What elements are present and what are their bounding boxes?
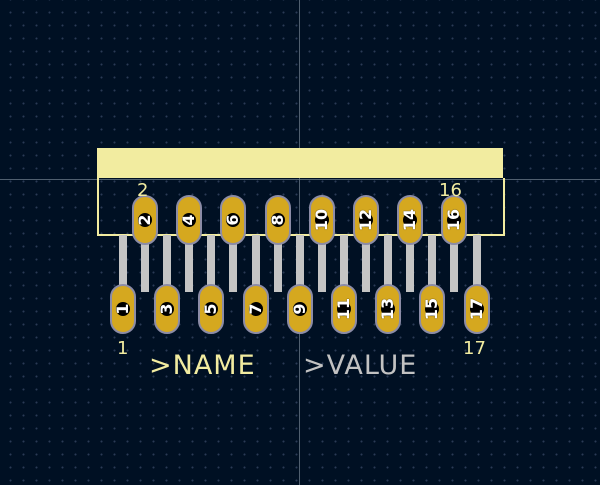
pad-number: 6 <box>223 214 243 226</box>
pad-5[interactable]: 5 <box>198 284 225 334</box>
pad-6[interactable]: 6 <box>220 195 247 245</box>
pad-3[interactable]: 3 <box>154 284 181 334</box>
pin-label-bottom-left: 1 <box>117 338 129 359</box>
reference-field[interactable]: >NAME <box>149 352 256 379</box>
pad-number: 15 <box>422 297 442 321</box>
pad-number: 7 <box>245 303 265 315</box>
pad-15[interactable]: 15 <box>419 284 446 334</box>
pad-17[interactable]: 17 <box>463 284 490 334</box>
pad-number: 1 <box>113 303 132 315</box>
pad-2[interactable]: 2 <box>132 195 158 245</box>
pad-number: 14 <box>400 208 420 232</box>
pad-number: 8 <box>267 214 287 226</box>
pad-number: 17 <box>466 297 486 321</box>
pad-number: 10 <box>311 208 331 232</box>
connector-body-silkscreen <box>97 148 503 178</box>
pin-label-top-left: 2 <box>137 180 149 201</box>
pin-label-top-right: 16 <box>439 180 462 201</box>
pad-1[interactable]: 1 <box>110 284 136 334</box>
pad-number: 13 <box>378 297 398 321</box>
pad-number: 2 <box>135 214 154 226</box>
value-field[interactable]: >VALUE <box>303 352 417 379</box>
pad-12[interactable]: 12 <box>353 195 379 245</box>
pad-7[interactable]: 7 <box>242 284 269 334</box>
pad-number: 16 <box>444 208 464 232</box>
pad-4[interactable]: 4 <box>176 195 203 245</box>
pad-number: 9 <box>289 303 309 315</box>
pcb-canvas[interactable]: 2 4 6 8 10 12 14 16 1 3 5 7 9 11 13 15 17 2 16 1 17 >NAM… <box>0 0 600 485</box>
pad-number: 4 <box>179 214 199 226</box>
pad-16[interactable]: 16 <box>441 195 468 245</box>
pad-number: 12 <box>356 208 375 232</box>
pad-11[interactable]: 11 <box>331 284 357 334</box>
pad-number: 5 <box>201 303 221 315</box>
pad-number: 11 <box>334 297 353 321</box>
pad-number: 3 <box>157 303 177 315</box>
pad-9[interactable]: 9 <box>286 284 313 334</box>
pad-14[interactable]: 14 <box>397 195 424 245</box>
pin-label-bottom-right: 17 <box>463 338 486 359</box>
pad-10[interactable]: 10 <box>308 195 335 245</box>
pad-8[interactable]: 8 <box>264 195 291 245</box>
pad-13[interactable]: 13 <box>375 284 402 334</box>
